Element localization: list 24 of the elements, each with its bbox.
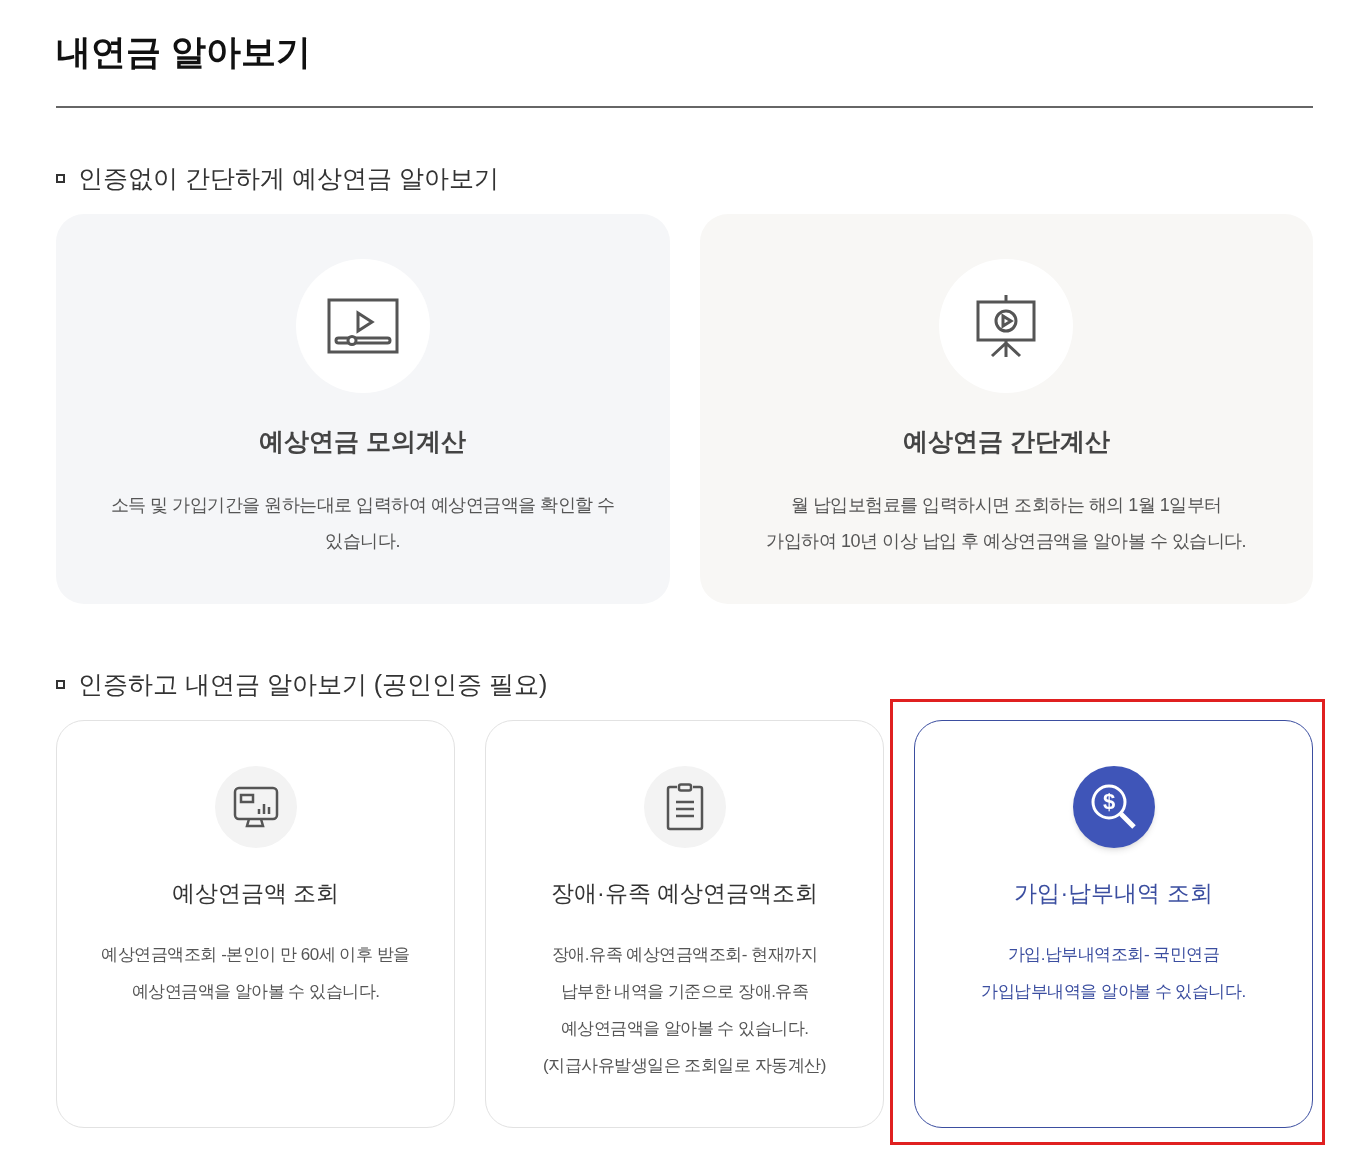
bullet-icon xyxy=(56,679,65,689)
monitor-chart-icon xyxy=(232,786,279,828)
card-description: 소득 및 가입기간을 원하는대로 입력하여 예상연금액을 확인할 수 있습니다. xyxy=(109,494,616,553)
service-card[interactable]: 장애·유족 예상연금액조회 장애.유족 예상연금액조회- 현재까지 납부한 내역을 기준으로 장애.유족 예상연금액을 알아볼 수 있습니다. (지급사유발생일은 조회일로 자동계산) xyxy=(485,720,884,1128)
card-title: 가입·납부내역 조회 xyxy=(1014,879,1213,908)
page-title: 내연금 알아보기 xyxy=(56,28,1313,108)
card-title: 예상연금 모의계산 xyxy=(259,426,467,457)
service-card[interactable]: $ 가입·납부내역 조회 가입.납부내역조회- 국민연금 가입납부내역을 알아볼 수 있습니다. xyxy=(914,720,1313,1128)
service-card[interactable]: 예상연금액 조회 예상연금액조회 -본인이 만 60세 이후 받을 예상연금액을 알아볼 수 있습니다. xyxy=(56,720,455,1128)
section-heading: 인증없이 간단하게 예상연금 알아보기 xyxy=(78,163,499,194)
presentation-board-icon xyxy=(976,293,1037,359)
bullet-icon xyxy=(56,173,65,183)
service-card[interactable]: 예상연금 모의계산 소득 및 가입기간을 원하는대로 입력하여 예상연금액을 확인할 수 있습니다. xyxy=(56,214,670,604)
card-description: 가입.납부내역조회- 국민연금 가입납부내역을 알아볼 수 있습니다. xyxy=(980,944,1247,1003)
card-title: 예상연금액 조회 xyxy=(171,879,340,908)
card-title: 예상연금 간단계산 xyxy=(902,426,1110,457)
clipboard-icon xyxy=(665,783,704,831)
card-description: 장애.유족 예상연금액조회- 현재까지 납부한 내역을 기준으로 장애.유족 예상연금액을 알아볼 수 있습니다. (지급사유발생일은 조회일로 자동계산) xyxy=(542,944,827,1077)
section-heading: 인증하고 내연금 알아보기 (공인인증 필요) xyxy=(78,669,548,700)
service-card[interactable]: 예상연금 간단계산 월 납입보험료를 입력하시면 조회하는 해의 1월 1일부터 가입하여 10년 이상 납입 후 예상연금액을 알아볼 수 있습니다. xyxy=(699,214,1313,604)
card-description: 월 납입보험료를 입력하시면 조회하는 해의 1월 1일부터 가입하여 10년 이상 납입 후 예상연금액을 알아볼 수 있습니다. xyxy=(765,494,1247,553)
card-description: 예상연금액조회 -본인이 만 60세 이후 받을 예상연금액을 알아볼 수 있습니다. xyxy=(100,944,411,1003)
card-title: 장애·유족 예상연금액조회 xyxy=(550,879,819,908)
video-player-icon xyxy=(326,298,399,354)
